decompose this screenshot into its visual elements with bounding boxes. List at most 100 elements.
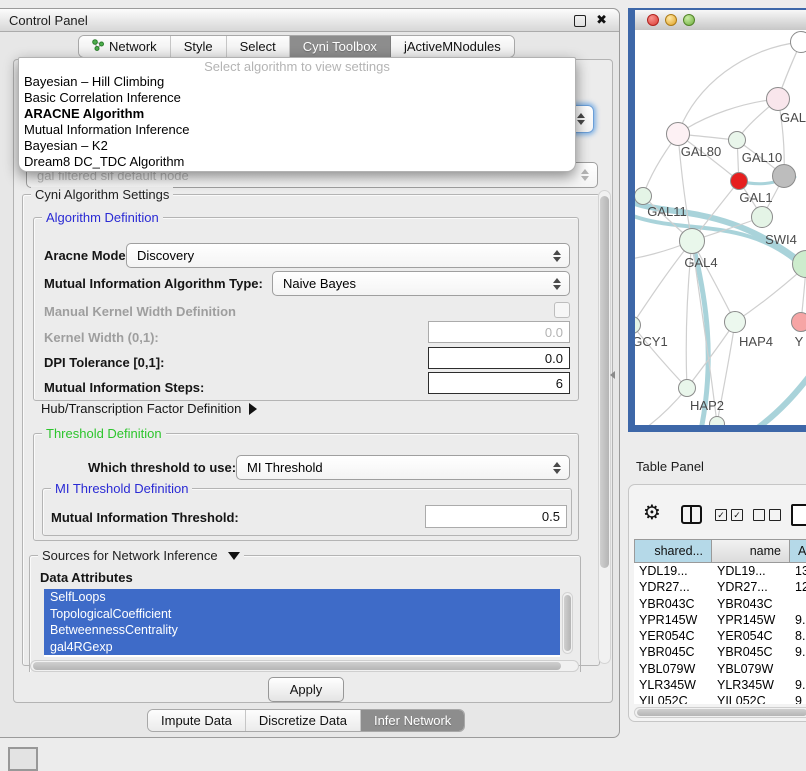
column-header-name[interactable]: name (712, 539, 790, 563)
network-node-partial-top[interactable] (790, 31, 806, 53)
network-node-hap4[interactable] (724, 311, 746, 333)
table-cell: YDL19... (712, 563, 790, 579)
apply-button[interactable]: Apply (268, 677, 344, 702)
mi-threshold-value: 0.5 (542, 509, 560, 524)
table-cell: 12 (790, 579, 806, 595)
tab-discretize-data[interactable]: Discretize Data (246, 710, 361, 731)
splitter-collapse-icon[interactable] (610, 371, 615, 379)
network-node-gal10[interactable] (728, 131, 746, 149)
algorithm-option-aracne-algorithm[interactable]: ARACNE Algorithm (19, 106, 575, 122)
algorithm-dropdown-popup: Select algorithm to view settingsBayesia… (18, 57, 576, 172)
network-node-gal1[interactable] (751, 206, 773, 228)
tab-infer-network[interactable]: Infer Network (361, 710, 464, 731)
combo-stepper-icon (550, 278, 564, 290)
table-horizontal-scrollbar[interactable] (634, 707, 806, 718)
control-panel-tabbar: Network Style SelectCyni ToolboxjActiveMNo… (78, 35, 515, 58)
tab-cyni-toolbox[interactable]: Cyni Toolbox (290, 36, 391, 57)
attribute-topologicalcoefficient[interactable]: TopologicalCoefficient (44, 606, 560, 623)
expand-right-icon (249, 403, 257, 415)
network-node-label: GAL4 (684, 255, 717, 271)
manual-kernel-checkbox[interactable] (554, 302, 570, 318)
document-icon[interactable] (791, 504, 806, 526)
minimized-panel-icon[interactable] (8, 747, 38, 771)
table-cell: YBL079W (634, 661, 712, 677)
which-threshold-combobox[interactable]: MI Threshold (236, 455, 570, 480)
tab-jactivemnodules[interactable]: jActiveMNodules (391, 36, 514, 57)
dpi-tolerance-value: 0.0 (545, 351, 563, 366)
select-all-checkboxes-icon[interactable]: ✓✓ (715, 509, 747, 527)
tab-label: Style (184, 39, 213, 54)
hub-definition-toggle[interactable]: Hub/Transcription Factor Definition (41, 401, 257, 416)
data-attributes-list[interactable]: SelfLoopsTopologicalCoefficientBetweenne… (44, 589, 560, 657)
network-node-red-node[interactable] (730, 172, 748, 190)
cyni-algorithm-settings-group: Cyni Algorithm Settings Algorithm Defini… (22, 194, 600, 666)
table-header-row: shared...nameA (634, 539, 806, 563)
network-node-y[interactable] (791, 312, 806, 332)
network-window-titlebar[interactable] (635, 10, 806, 31)
close-traffic-light-icon[interactable] (647, 14, 659, 26)
column-header-a[interactable]: A (790, 539, 806, 563)
mi-type-label: Mutual Information Algorithm Type: (44, 276, 263, 291)
network-node-hap2[interactable] (678, 379, 696, 397)
column-header-shared[interactable]: shared... (634, 539, 712, 563)
algorithm-option-bayesian-hill-climbing[interactable]: Bayesian – Hill Climbing (19, 74, 575, 90)
float-window-icon[interactable] (574, 15, 586, 27)
attribute-betweennesscentrality[interactable]: BetweennessCentrality (44, 622, 560, 639)
algorithm-option-dream8-dc-tdc-algorithm[interactable]: Dream8 DC_TDC Algorithm (19, 154, 575, 170)
table-cell (790, 596, 806, 612)
desktop: { "colors": { "selection_blue": "#3e6bc8… (0, 0, 806, 762)
table-row[interactable]: YBR045CYBR045C9. (634, 644, 806, 660)
network-node-gal80[interactable] (666, 122, 690, 146)
aracne-mode-combobox[interactable]: Discovery (126, 243, 570, 268)
network-node-label: Y (795, 334, 804, 350)
column-view-icon[interactable] (681, 505, 702, 524)
table-cell: YER054C (634, 628, 712, 644)
settings-vertical-scrollbar[interactable] (598, 190, 611, 664)
network-node-gal4[interactable] (679, 228, 705, 254)
table-row[interactable]: YDR27...YDR27...12 (634, 579, 806, 595)
table-row[interactable]: YER054CYER054C8. (634, 628, 806, 644)
table-row[interactable]: YPR145WYPR145W9. (634, 612, 806, 628)
table-row[interactable]: YIL052CYIL052C9 (634, 693, 806, 704)
close-icon[interactable]: ✖ (596, 12, 607, 28)
kernel-width-field[interactable]: 0.0 (428, 321, 570, 343)
mi-steps-field[interactable]: 6 (428, 372, 570, 394)
table-cell: YIL052C (712, 693, 790, 704)
mi-threshold-field[interactable]: 0.5 (425, 505, 567, 528)
attribute-gal4rgexp[interactable]: gal4RGexp (44, 639, 560, 656)
sources-group-title[interactable]: Sources for Network Inference (38, 548, 244, 563)
algorithm-option-basic-correlation-inference[interactable]: Basic Correlation Inference (19, 90, 575, 106)
zoom-traffic-light-icon[interactable] (683, 14, 695, 26)
algorithm-option-bayesian-k2[interactable]: Bayesian – K2 (19, 138, 575, 154)
deselect-all-checkboxes-icon[interactable] (753, 509, 785, 527)
settings-group-title: Cyni Algorithm Settings (31, 187, 173, 202)
table-cell: YBR045C (712, 644, 790, 660)
kernel-width-label: Kernel Width (0,1): (44, 330, 159, 345)
network-node-gal[interactable] (766, 87, 790, 111)
tab-network[interactable]: Network (79, 36, 171, 57)
gear-icon[interactable]: ⚙ (643, 503, 661, 523)
network-node-gray-node[interactable] (772, 164, 796, 188)
table-row[interactable]: YDL19...YDL19...13 (634, 563, 806, 579)
tab-style[interactable]: Style (171, 36, 227, 57)
attributes-vertical-scrollbar[interactable] (562, 592, 573, 654)
table-cell: YER054C (712, 628, 790, 644)
tab-impute-data[interactable]: Impute Data (148, 710, 246, 731)
table-row[interactable]: YBL079WYBL079W (634, 661, 806, 677)
network-node-label: HAP4 (739, 334, 773, 350)
table-cell (790, 661, 806, 677)
minimize-traffic-light-icon[interactable] (665, 14, 677, 26)
tab-select[interactable]: Select (227, 36, 290, 57)
mi-type-value: Naive Bayes (283, 276, 550, 291)
network-canvas[interactable]: GALGAL80GAL10GAL1GAL11GAL4SWI4GCY1HAP4YH… (635, 30, 806, 425)
algorithm-option-mutual-information-inference[interactable]: Mutual Information Inference (19, 122, 575, 138)
attribute-selfloops[interactable]: SelfLoops (44, 589, 560, 606)
table-row[interactable]: YBR043CYBR043C (634, 596, 806, 612)
tab-label: Impute Data (161, 713, 232, 728)
network-node-partial-bottom[interactable] (709, 416, 725, 425)
attributes-horizontal-scrollbar[interactable] (30, 660, 579, 672)
mi-type-combobox[interactable]: Naive Bayes (272, 271, 570, 296)
dpi-tolerance-field[interactable]: 0.0 (428, 347, 570, 369)
combo-stepper-icon (550, 250, 564, 262)
table-row[interactable]: YLR345WYLR345W9. (634, 677, 806, 693)
